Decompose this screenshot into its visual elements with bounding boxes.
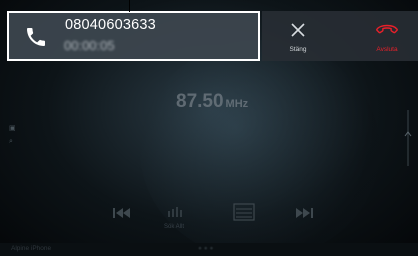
end-call-label: Avsluta [376, 46, 398, 53]
seek-all-label: Sök Allt [164, 224, 185, 230]
hangup-icon [376, 24, 398, 34]
frequency-value: 87.50 [176, 91, 224, 112]
next-track-icon[interactable] [294, 206, 314, 220]
preset-list-icon[interactable] [233, 203, 255, 221]
prev-track-icon[interactable] [112, 206, 132, 220]
seek-all-icon[interactable] [166, 206, 186, 220]
end-call-button[interactable]: Avsluta [359, 11, 415, 61]
phone-icon [27, 28, 45, 46]
scroll-up-icon [404, 110, 412, 166]
screen: 08040603633 00:00:05 Stäng Avsluta 87.50… [0, 0, 418, 256]
frequency-unit: MHz [225, 98, 249, 110]
status-bar: Alpine iPhone ● ● ● [0, 243, 418, 256]
search-icon[interactable]: ⌕ [9, 135, 17, 148]
call-actions-bar: Stäng Avsluta [262, 11, 418, 61]
callout-line [129, 0, 130, 12]
preset-icon[interactable]: ▣ [9, 122, 17, 135]
status-indicator: ● ● ● [198, 245, 214, 252]
close-button[interactable]: Stäng [272, 11, 324, 61]
close-icon [291, 23, 305, 37]
radio-frequency: 87.50 MHz [176, 91, 248, 113]
device-name: Alpine iPhone [11, 245, 52, 252]
close-label: Stäng [289, 46, 307, 53]
right-side-scroll[interactable] [404, 108, 412, 168]
left-side-controls: ▣ ⌕ [9, 122, 17, 152]
caller-number: 08040603633 [65, 17, 156, 33]
call-duration: 00:00:05 [64, 38, 115, 53]
call-info-panel: 08040603633 00:00:05 [7, 11, 260, 61]
